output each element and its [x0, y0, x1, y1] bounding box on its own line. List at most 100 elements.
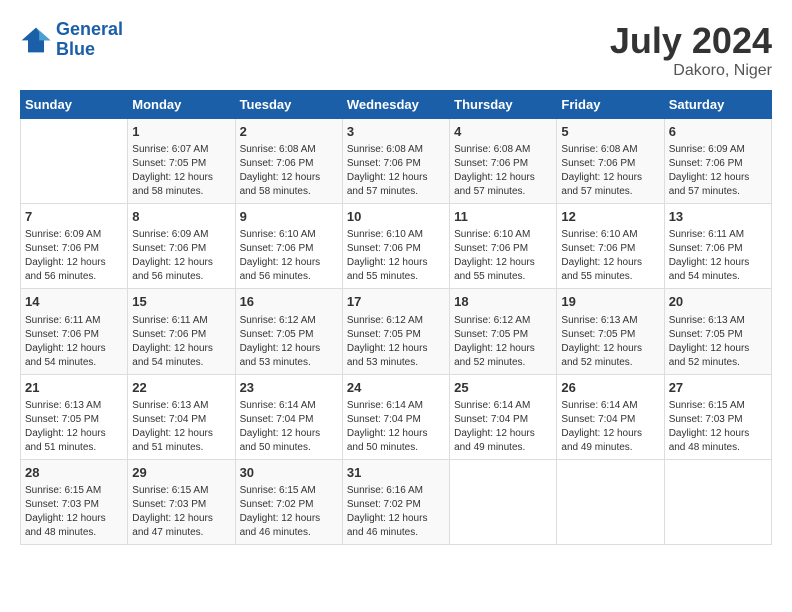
day-info: Sunrise: 6:10 AM Sunset: 7:06 PM Dayligh… [561, 228, 659, 284]
day-number: 20 [669, 293, 767, 311]
day-cell: 12 Sunrise: 6:10 AM Sunset: 7:06 PM Dayli… [557, 204, 664, 289]
day-number: 6 [669, 123, 767, 141]
calendar-body: 1 Sunrise: 6:07 AM Sunset: 7:05 PM Daylig… [21, 119, 772, 545]
day-cell: 9Sunrise: 6:10 AM Sunset: 7:06 PM Daylig… [235, 204, 342, 289]
day-number: 2 [240, 123, 338, 141]
day-cell: 20Sunrise: 6:13 AM Sunset: 7:05 PM Dayli… [664, 289, 771, 374]
day-cell: 11 Sunrise: 6:10 AM Sunset: 7:06 PM Dayli… [450, 204, 557, 289]
week-row-3: 14 Sunrise: 6:11 AM Sunset: 7:06 PM Dayli… [21, 289, 772, 374]
day-number: 3 [347, 123, 445, 141]
day-cell [664, 459, 771, 544]
day-cell: 3 Sunrise: 6:08 AM Sunset: 7:06 PM Daylig… [342, 119, 449, 204]
day-cell: 10 Sunrise: 6:10 AM Sunset: 7:06 PM Dayli… [342, 204, 449, 289]
day-info: Sunrise: 6:14 AM Sunset: 7:04 PM Dayligh… [454, 399, 552, 455]
day-number: 28 [25, 464, 123, 482]
day-info: Sunrise: 6:08 AM Sunset: 7:06 PM Dayligh… [240, 143, 338, 199]
day-number: 18 [454, 293, 552, 311]
day-info: Sunrise: 6:11 AM Sunset: 7:06 PM Dayligh… [669, 228, 767, 284]
day-info: Sunrise: 6:12 AM Sunset: 7:05 PM Dayligh… [347, 314, 445, 370]
day-cell: 21 Sunrise: 6:13 AM Sunset: 7:05 PM Dayli… [21, 374, 128, 459]
day-cell: 4Sunrise: 6:08 AM Sunset: 7:06 PM Daylig… [450, 119, 557, 204]
day-cell: 13Sunrise: 6:11 AM Sunset: 7:06 PM Dayli… [664, 204, 771, 289]
day-number: 16 [240, 293, 338, 311]
page-header: General Blue July 2024 Dakoro, Niger [20, 20, 772, 80]
header-cell-tuesday: Tuesday [235, 91, 342, 119]
subtitle: Dakoro, Niger [610, 62, 772, 80]
day-cell: 5Sunrise: 6:08 AM Sunset: 7:06 PM Daylig… [557, 119, 664, 204]
day-number: 26 [561, 379, 659, 397]
week-row-5: 28 Sunrise: 6:15 AM Sunset: 7:03 PM Dayli… [21, 459, 772, 544]
header-cell-saturday: Saturday [664, 91, 771, 119]
day-info: Sunrise: 6:08 AM Sunset: 7:06 PM Dayligh… [454, 143, 552, 199]
day-cell: 19 Sunrise: 6:13 AM Sunset: 7:05 PM Dayli… [557, 289, 664, 374]
day-number: 31 [347, 464, 445, 482]
day-info: Sunrise: 6:15 AM Sunset: 7:03 PM Dayligh… [132, 484, 230, 540]
day-cell: 6 Sunrise: 6:09 AM Sunset: 7:06 PM Daylig… [664, 119, 771, 204]
day-cell: 14 Sunrise: 6:11 AM Sunset: 7:06 PM Dayli… [21, 289, 128, 374]
day-cell [557, 459, 664, 544]
day-number: 21 [25, 379, 123, 397]
day-cell: 8 Sunrise: 6:09 AM Sunset: 7:06 PM Daylig… [128, 204, 235, 289]
day-cell: 23 Sunrise: 6:14 AM Sunset: 7:04 PM Dayli… [235, 374, 342, 459]
day-cell: 31 Sunrise: 6:16 AM Sunset: 7:02 PM Dayli… [342, 459, 449, 544]
day-info: Sunrise: 6:14 AM Sunset: 7:04 PM Dayligh… [347, 399, 445, 455]
day-info: Sunrise: 6:10 AM Sunset: 7:06 PM Dayligh… [454, 228, 552, 284]
day-info: Sunrise: 6:13 AM Sunset: 7:04 PM Dayligh… [132, 399, 230, 455]
day-info: Sunrise: 6:15 AM Sunset: 7:03 PM Dayligh… [25, 484, 123, 540]
day-number: 7 [25, 208, 123, 226]
day-info: Sunrise: 6:09 AM Sunset: 7:06 PM Dayligh… [25, 228, 123, 284]
day-cell: 25 Sunrise: 6:14 AM Sunset: 7:04 PM Dayli… [450, 374, 557, 459]
day-info: Sunrise: 6:11 AM Sunset: 7:06 PM Dayligh… [25, 314, 123, 370]
day-cell: 1 Sunrise: 6:07 AM Sunset: 7:05 PM Daylig… [128, 119, 235, 204]
day-number: 25 [454, 379, 552, 397]
day-info: Sunrise: 6:09 AM Sunset: 7:06 PM Dayligh… [669, 143, 767, 199]
day-cell [21, 119, 128, 204]
day-number: 14 [25, 293, 123, 311]
day-info: Sunrise: 6:10 AM Sunset: 7:06 PM Dayligh… [240, 228, 338, 284]
day-info: Sunrise: 6:16 AM Sunset: 7:02 PM Dayligh… [347, 484, 445, 540]
day-number: 11 [454, 208, 552, 226]
day-cell: 17 Sunrise: 6:12 AM Sunset: 7:05 PM Dayli… [342, 289, 449, 374]
day-number: 27 [669, 379, 767, 397]
day-number: 1 [132, 123, 230, 141]
day-cell: 30Sunrise: 6:15 AM Sunset: 7:02 PM Dayli… [235, 459, 342, 544]
calendar-table: SundayMondayTuesdayWednesdayThursdayFrid… [20, 90, 772, 545]
day-info: Sunrise: 6:12 AM Sunset: 7:05 PM Dayligh… [240, 314, 338, 370]
day-number: 17 [347, 293, 445, 311]
day-number: 23 [240, 379, 338, 397]
day-cell [450, 459, 557, 544]
day-cell: 2 Sunrise: 6:08 AM Sunset: 7:06 PM Daylig… [235, 119, 342, 204]
day-info: Sunrise: 6:14 AM Sunset: 7:04 PM Dayligh… [561, 399, 659, 455]
header-cell-monday: Monday [128, 91, 235, 119]
day-cell: 29Sunrise: 6:15 AM Sunset: 7:03 PM Dayli… [128, 459, 235, 544]
header-cell-sunday: Sunday [21, 91, 128, 119]
week-row-2: 7 Sunrise: 6:09 AM Sunset: 7:06 PM Daylig… [21, 204, 772, 289]
day-cell: 15 Sunrise: 6:11 AM Sunset: 7:06 PM Dayli… [128, 289, 235, 374]
day-info: Sunrise: 6:11 AM Sunset: 7:06 PM Dayligh… [132, 314, 230, 370]
day-number: 19 [561, 293, 659, 311]
day-info: Sunrise: 6:10 AM Sunset: 7:06 PM Dayligh… [347, 228, 445, 284]
header-cell-friday: Friday [557, 91, 664, 119]
day-cell: 26 Sunrise: 6:14 AM Sunset: 7:04 PM Dayli… [557, 374, 664, 459]
day-info: Sunrise: 6:07 AM Sunset: 7:05 PM Dayligh… [132, 143, 230, 199]
day-info: Sunrise: 6:13 AM Sunset: 7:05 PM Dayligh… [561, 314, 659, 370]
logo-icon [20, 26, 52, 54]
day-number: 12 [561, 208, 659, 226]
day-cell: 22Sunrise: 6:13 AM Sunset: 7:04 PM Dayli… [128, 374, 235, 459]
day-cell: 27 Sunrise: 6:15 AM Sunset: 7:03 PM Dayli… [664, 374, 771, 459]
day-info: Sunrise: 6:09 AM Sunset: 7:06 PM Dayligh… [132, 228, 230, 284]
day-info: Sunrise: 6:08 AM Sunset: 7:06 PM Dayligh… [347, 143, 445, 199]
day-info: Sunrise: 6:12 AM Sunset: 7:05 PM Dayligh… [454, 314, 552, 370]
header-cell-thursday: Thursday [450, 91, 557, 119]
day-cell: 18 Sunrise: 6:12 AM Sunset: 7:05 PM Dayli… [450, 289, 557, 374]
header-cell-wednesday: Wednesday [342, 91, 449, 119]
week-row-4: 21 Sunrise: 6:13 AM Sunset: 7:05 PM Dayli… [21, 374, 772, 459]
day-cell: 24Sunrise: 6:14 AM Sunset: 7:04 PM Dayli… [342, 374, 449, 459]
day-number: 10 [347, 208, 445, 226]
day-info: Sunrise: 6:14 AM Sunset: 7:04 PM Dayligh… [240, 399, 338, 455]
day-number: 15 [132, 293, 230, 311]
day-info: Sunrise: 6:15 AM Sunset: 7:03 PM Dayligh… [669, 399, 767, 455]
day-info: Sunrise: 6:13 AM Sunset: 7:05 PM Dayligh… [25, 399, 123, 455]
logo-text: General Blue [56, 20, 123, 60]
day-number: 8 [132, 208, 230, 226]
